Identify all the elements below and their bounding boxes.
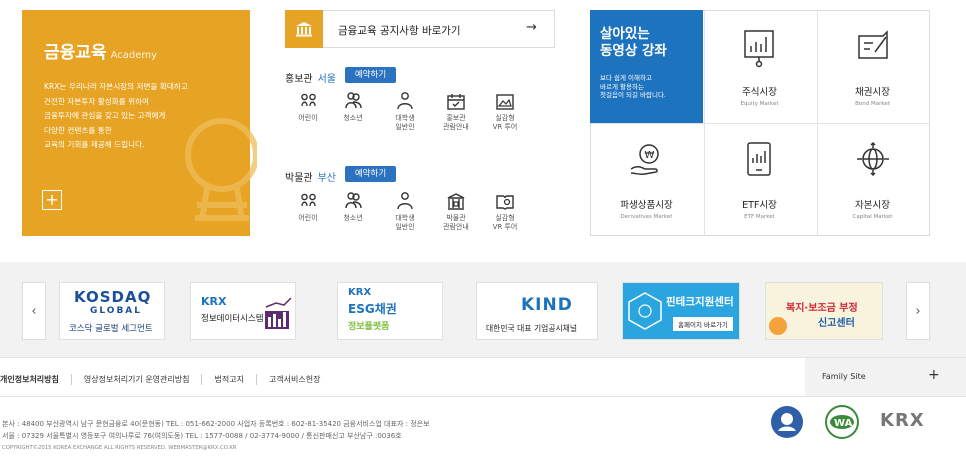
market-bond[interactable]: 채권시장 Bond Market (816, 10, 929, 122)
banner-welfare-report[interactable]: 복지·보조금 부정 신고센터 (765, 282, 883, 340)
plus-icon: + (928, 367, 940, 383)
bar-chart-icon (265, 297, 292, 329)
vr-icon (496, 94, 514, 110)
hall-item-promotion-0[interactable]: 어린이 (284, 92, 332, 123)
carousel-prev-button[interactable]: ‹ (22, 282, 46, 340)
krx-logo: KRX (880, 410, 925, 431)
banner-kind[interactable]: KIND 대한민국 대표 기업공시채널 (476, 282, 598, 340)
market-derivatives[interactable]: ₩ 파생상품시장 Derivatives Market (590, 123, 703, 235)
museum-icon (447, 193, 465, 210)
hall-item-label: 홍보관 관람안내 (443, 114, 469, 131)
fintech-hexagon-icon (628, 292, 662, 330)
hall-item-promotion-4[interactable]: 실감형 VR 투어 (481, 92, 529, 132)
banner-fintech[interactable]: 핀테크지원센터 홈페이지 바로가기 (622, 282, 740, 340)
banner-kosdaq-global[interactable]: KOSDAQ GLOBAL 코스닥 글로벌 세그먼트 (59, 282, 165, 340)
book-vr-icon (496, 195, 514, 210)
hall-item-museum-3[interactable]: 박물관 관람안내 (432, 192, 480, 232)
adult-icon (397, 192, 413, 210)
hall-item-promotion-3[interactable]: 홍보관 관람안내 (432, 92, 480, 132)
customer-charter-link[interactable]: 고객서비스헌장 (255, 374, 333, 385)
hall-item-museum-1[interactable]: 청소년 (329, 192, 377, 223)
lightbulb-icon (185, 118, 257, 221)
teen-icon (345, 192, 362, 209)
hall-item-label: 청소년 (343, 214, 363, 222)
video-lecture-panel[interactable]: 살아있는 동영상 강좌 보다 쉽게 이해하고 바르게 활용하는 첫걸음이 되길 … (590, 10, 703, 123)
academy-more-button[interactable]: + (42, 190, 62, 210)
teen-icon (345, 92, 362, 109)
notice-link[interactable]: 금융교육 공지사항 바로가기 → (285, 10, 555, 48)
market-capital[interactable]: 자본시장 Capital Market (816, 123, 929, 235)
web-accessibility-mark-icon: WA (825, 405, 859, 439)
hall-item-label: 어린이 (298, 114, 318, 122)
hall-item-label: 어린이 (298, 214, 318, 222)
children-icon (301, 93, 316, 107)
hall-item-label: 실감형 VR 투어 (492, 114, 518, 131)
footer-links: 개인정보처리방침 영상정보처리기기 운영관리방침 법적고지 고객서비스헌장 (0, 374, 332, 385)
bond-document-icon (858, 30, 888, 59)
adult-icon (397, 92, 413, 110)
hall-item-promotion-2[interactable]: 대학생 일반인 (381, 92, 429, 132)
hall-item-label: 실감형 VR 투어 (492, 214, 518, 231)
hall-item-label: 대학생 일반인 (395, 214, 415, 231)
banner-krx-data-system[interactable]: KRX 정보데이터시스템 (190, 282, 296, 340)
footer-copyright: COPYRIGHT©2015 KOREA EXCHANGE ALL RIGHTS… (2, 445, 237, 451)
video-title: 살아있는 동영상 강좌 (600, 26, 667, 59)
hall-item-promotion-1[interactable]: 청소년 (329, 92, 377, 123)
academy-title: 금융교육 Academy (44, 43, 158, 63)
reserve-button-museum[interactable]: 예약하기 (345, 166, 396, 182)
footer-address: 본사 : 48400 부산광역시 남구 문현금융로 40(문현동) TEL : … (2, 420, 430, 440)
equity-chart-icon (744, 30, 774, 68)
children-icon (301, 193, 316, 207)
arrow-right-icon: → (526, 20, 537, 35)
certification-badge-icon (771, 406, 803, 438)
hall-item-museum-0[interactable]: 어린이 (284, 192, 332, 223)
academy-panel: 금융교육 Academy KRX는 우리나라 자본시장의 저변을 확대하고 건전한… (22, 10, 257, 236)
carousel-next-button[interactable]: › (906, 282, 930, 340)
hall-item-label: 대학생 일반인 (395, 114, 415, 131)
reserve-button-promotion[interactable]: 예약하기 (345, 67, 396, 83)
notice-label: 금융교육 공지사항 바로가기 (338, 25, 461, 37)
calendar-icon (447, 94, 465, 110)
hand-coin-icon: ₩ (630, 144, 659, 176)
hall-item-label: 박물관 관람안내 (443, 214, 469, 231)
legal-notice-link[interactable]: 법적고지 (201, 374, 255, 385)
hall-item-label: 청소년 (343, 114, 363, 122)
family-site-select[interactable]: Family Site + (805, 358, 966, 396)
etf-tablet-icon (747, 142, 771, 176)
market-equity[interactable]: 주식시장 Equity Market (703, 10, 816, 122)
globe-arrows-icon (857, 141, 889, 177)
svg-text:₩: ₩ (645, 150, 655, 161)
banner-esg-bond[interactable]: KRX ESG채권 정보플랫폼 (337, 282, 443, 340)
video-description: 보다 쉽게 이해하고 바르게 활용하는 첫걸음이 되길 바랍니다. (600, 74, 666, 100)
svg-text:WA: WA (834, 418, 853, 429)
character-icon (769, 317, 787, 335)
privacy-policy-link[interactable]: 개인정보처리방침 (0, 374, 71, 385)
hall-item-museum-4[interactable]: 실감형 VR 투어 (481, 192, 529, 232)
hall-title-promotion: 홍보관 서울 (285, 74, 337, 85)
cctv-policy-link[interactable]: 영상정보처리기기 운영관리방침 (70, 374, 202, 385)
hall-title-museum: 박물관 부산 (285, 173, 337, 184)
institution-icon (285, 10, 323, 48)
hall-item-museum-2[interactable]: 대학생 일반인 (381, 192, 429, 232)
market-etf[interactable]: ETF시장 ETF Market (703, 123, 816, 235)
